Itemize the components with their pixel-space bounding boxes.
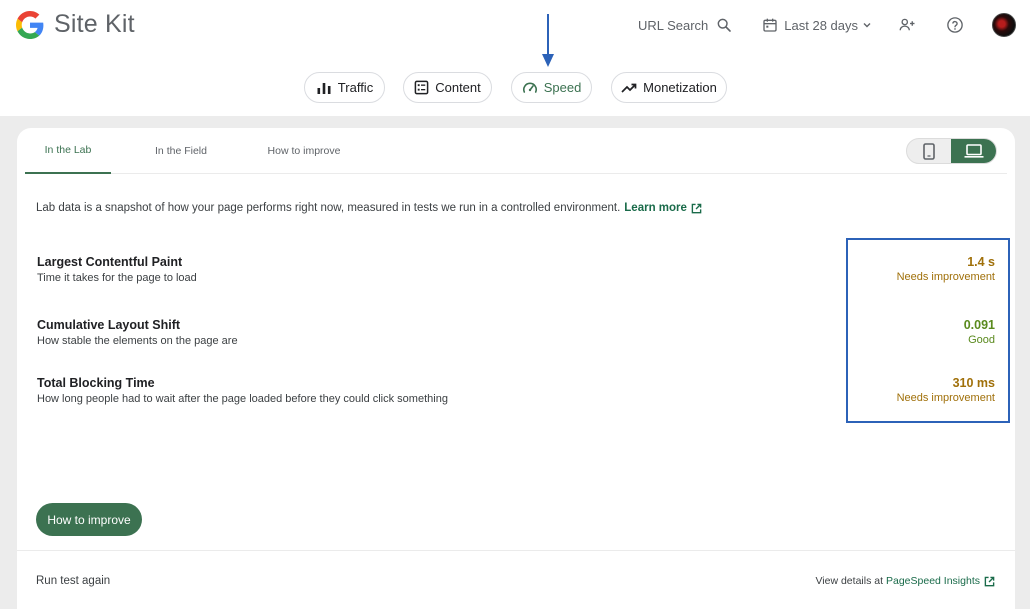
content-list-icon xyxy=(414,80,429,95)
dashboard-nav: Traffic Content Speed Monetization xyxy=(0,72,1030,103)
run-test-again-link[interactable]: Run test again xyxy=(36,575,110,587)
nav-chip-label: Speed xyxy=(543,80,582,95)
search-icon xyxy=(717,18,732,32)
nav-chip-label: Content xyxy=(435,80,481,95)
chevron-down-icon xyxy=(863,23,871,28)
calendar-icon xyxy=(763,18,777,32)
nav-chip-content[interactable]: Content xyxy=(403,72,492,103)
tab-how-to-improve[interactable]: How to improve xyxy=(249,128,359,174)
learn-more-link[interactable]: Learn more xyxy=(624,202,687,214)
tab-label: In the Field xyxy=(155,145,207,157)
mobile-icon xyxy=(923,142,935,160)
nav-chip-label: Monetization xyxy=(643,80,717,95)
how-to-improve-button[interactable]: How to improve xyxy=(36,503,142,536)
view-details-prefix: View details at xyxy=(815,575,883,587)
google-g-icon xyxy=(16,10,44,39)
tab-in-the-field[interactable]: In the Field xyxy=(138,128,224,174)
site-kit-logo: Site Kit xyxy=(16,10,135,39)
date-range-selector[interactable]: Last 28 days xyxy=(762,17,872,33)
help-icon xyxy=(947,17,963,33)
pagespeed-insights-link[interactable]: PageSpeed Insights xyxy=(886,575,980,587)
add-user-button[interactable] xyxy=(894,12,920,38)
add-user-icon xyxy=(899,18,915,31)
tab-in-the-lab[interactable]: In the Lab xyxy=(25,128,111,174)
annotation-highlight-box xyxy=(846,238,1010,423)
footer-divider xyxy=(17,550,1015,551)
view-details-footer: View details at PageSpeed Insights xyxy=(815,575,995,587)
mobile-toggle-button[interactable] xyxy=(907,139,951,163)
app-title: Site Kit xyxy=(54,10,135,38)
date-range-label: Last 28 days xyxy=(784,17,858,33)
nav-chip-monetization[interactable]: Monetization xyxy=(611,72,727,103)
laptop-icon xyxy=(964,144,983,158)
speed-tabs: In the Lab In the Field How to improve xyxy=(25,128,1007,174)
device-toggle xyxy=(906,138,997,164)
speed-card: In the Lab In the Field How to improve L… xyxy=(17,128,1015,609)
nav-chip-label: Traffic xyxy=(337,80,374,95)
lab-data-intro: Lab data is a snapshot of how your page … xyxy=(36,202,702,214)
external-link-icon xyxy=(691,203,702,214)
url-search-label: URL Search xyxy=(637,17,709,33)
header-actions: URL Search Last 28 days xyxy=(638,12,1016,38)
avatar[interactable] xyxy=(992,13,1016,37)
top-bar: Site Kit URL Search Last 28 days Traffic… xyxy=(0,0,1030,116)
annotation-arrow-icon xyxy=(542,14,554,67)
nav-chip-speed[interactable]: Speed xyxy=(511,72,592,103)
bar-chart-icon xyxy=(317,82,331,94)
speedometer-icon xyxy=(522,82,537,93)
url-search-button[interactable]: URL Search xyxy=(638,17,732,33)
tab-label: How to improve xyxy=(267,145,341,157)
desktop-toggle-button[interactable] xyxy=(951,139,996,163)
trending-up-icon xyxy=(621,83,637,93)
nav-chip-traffic[interactable]: Traffic xyxy=(304,72,385,103)
intro-text: Lab data is a snapshot of how your page … xyxy=(36,202,621,214)
help-button[interactable] xyxy=(942,12,968,38)
external-link-icon xyxy=(984,576,995,587)
tab-label: In the Lab xyxy=(44,144,92,156)
